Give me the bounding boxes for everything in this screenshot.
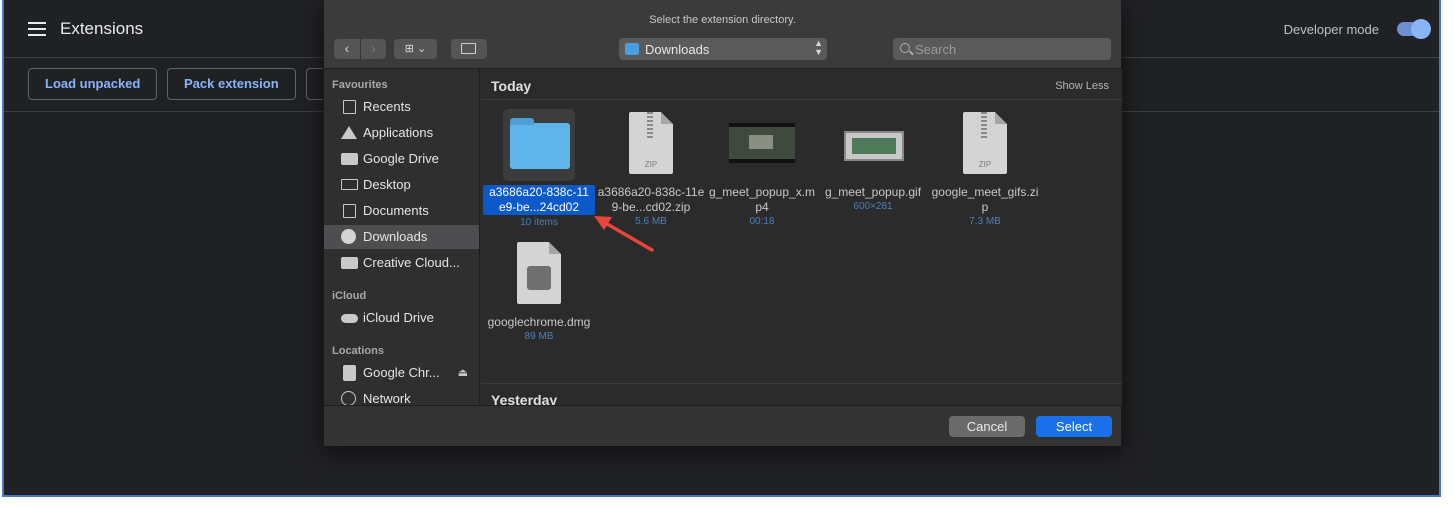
finder-sidebar: Favourites Recents Applications Google D… bbox=[324, 70, 480, 405]
sidebar-item-recents[interactable]: Recents bbox=[324, 95, 479, 119]
page-title: Extensions bbox=[60, 19, 144, 38]
sidebar-item-label: Google Chr... bbox=[363, 365, 440, 380]
file-meta: 89 MB bbox=[524, 331, 554, 342]
documents-icon bbox=[343, 204, 356, 218]
applications-icon bbox=[341, 126, 357, 139]
sidebar-item-label: Applications bbox=[363, 125, 434, 140]
sidebar-item-network[interactable]: Network bbox=[324, 387, 479, 405]
file-name: g_meet_popup_x.mp4 bbox=[708, 185, 816, 214]
folder-icon bbox=[341, 257, 358, 269]
sidebar-item-label: Network bbox=[363, 391, 411, 405]
desktop-icon bbox=[341, 179, 358, 190]
sidebar-item-google-drive[interactable]: Google Drive bbox=[324, 147, 479, 171]
file-item-folder[interactable]: a3686a20-838c-11e9-be...24cd02 10 items bbox=[483, 109, 595, 230]
gif-thumbnail-icon bbox=[837, 109, 909, 181]
sidebar-item-label: Recents bbox=[363, 99, 411, 114]
sidebar-item-downloads[interactable]: Downloads bbox=[324, 225, 479, 249]
disk-image-icon bbox=[503, 239, 575, 311]
sidebar-item-label: Documents bbox=[363, 203, 429, 218]
icloud-heading: iCloud bbox=[332, 290, 367, 302]
toggle-knob bbox=[1411, 19, 1431, 39]
sidebar-item-label: Downloads bbox=[363, 229, 428, 244]
file-meta: 00:18 bbox=[749, 216, 775, 227]
file-name: googlechrome.dmg bbox=[487, 315, 591, 329]
today-heading: Today bbox=[491, 78, 532, 94]
back-button[interactable]: ‹ bbox=[334, 39, 360, 59]
select-button[interactable]: Select bbox=[1036, 416, 1112, 437]
yesterday-heading: Yesterday bbox=[491, 392, 558, 405]
file-picker-dialog: Select the extension directory. ‹ › ⊞ ⌄ … bbox=[323, 0, 1122, 446]
recents-icon bbox=[343, 100, 356, 114]
cancel-button[interactable]: Cancel bbox=[949, 416, 1025, 437]
downloads-icon bbox=[341, 229, 356, 244]
dialog-toolbar: Select the extension directory. ‹ › ⊞ ⌄ … bbox=[324, 0, 1121, 69]
file-meta: 7.3 MB bbox=[969, 216, 1001, 227]
network-icon bbox=[341, 391, 356, 405]
file-item-zip[interactable]: ZIP google_meet_gifs.zip 7.3 MB bbox=[929, 109, 1041, 229]
yesterday-section-header: Yesterday bbox=[481, 383, 1122, 405]
file-browser: Today Show Less a3686a20-838c-11e9-be...… bbox=[481, 70, 1122, 405]
sidebar-item-icloud-drive[interactable]: iCloud Drive bbox=[324, 306, 479, 330]
sidebar-item-label: Creative Cloud... bbox=[363, 255, 460, 270]
folder-icon bbox=[503, 109, 575, 181]
forward-button[interactable]: › bbox=[360, 39, 386, 59]
file-meta: 600×281 bbox=[853, 201, 893, 212]
dialog-title: Select the extension directory. bbox=[649, 14, 796, 26]
load-unpacked-button[interactable]: Load unpacked bbox=[28, 68, 158, 100]
new-folder-icon bbox=[461, 43, 476, 54]
history-nav: ‹ › bbox=[334, 39, 386, 59]
locations-heading: Locations bbox=[332, 345, 384, 357]
downloads-folder-icon bbox=[625, 43, 639, 55]
sidebar-item-desktop[interactable]: Desktop bbox=[324, 173, 479, 197]
dialog-footer: Cancel Select bbox=[324, 405, 1121, 446]
sidebar-item-label: Google Drive bbox=[363, 151, 439, 166]
sidebar-item-label: iCloud Drive bbox=[363, 310, 434, 325]
sidebar-item-documents[interactable]: Documents bbox=[324, 199, 479, 223]
location-dropdown[interactable]: Downloads ▲ ▼ bbox=[619, 38, 827, 60]
file-item-gif[interactable]: g_meet_popup.gif 600×281 bbox=[817, 109, 929, 214]
file-name: g_meet_popup.gif bbox=[824, 185, 922, 199]
pack-extension-button[interactable]: Pack extension bbox=[167, 68, 296, 100]
file-item-video[interactable]: g_meet_popup_x.mp4 00:18 bbox=[706, 109, 818, 229]
search-input[interactable] bbox=[915, 38, 1105, 60]
file-name: a3686a20-838c-11e9-be...24cd02 bbox=[483, 185, 595, 215]
cloud-icon bbox=[341, 314, 358, 323]
search-icon bbox=[900, 43, 910, 53]
developer-mode-toggle[interactable] bbox=[1397, 19, 1431, 39]
file-item-dmg[interactable]: googlechrome.dmg 89 MB bbox=[483, 239, 595, 344]
file-name: google_meet_gifs.zip bbox=[931, 185, 1039, 214]
view-mode-button[interactable]: ⊞ ⌄ bbox=[394, 39, 437, 59]
show-less-link[interactable]: Show Less bbox=[1055, 80, 1109, 92]
video-thumbnail-icon bbox=[726, 109, 798, 181]
today-section-header: Today Show Less bbox=[481, 70, 1122, 100]
folder-icon bbox=[341, 153, 358, 165]
sidebar-item-google-chrome-volume[interactable]: Google Chr... ⏏ bbox=[324, 361, 479, 385]
search-field[interactable] bbox=[893, 38, 1111, 60]
sidebar-item-label: Desktop bbox=[363, 177, 411, 192]
sidebar-item-creative-cloud[interactable]: Creative Cloud... bbox=[324, 251, 479, 275]
drive-icon bbox=[343, 365, 356, 381]
hamburger-menu-icon[interactable] bbox=[28, 22, 46, 36]
favourites-heading: Favourites bbox=[332, 79, 388, 91]
sidebar-item-applications[interactable]: Applications bbox=[324, 121, 479, 145]
zip-file-icon: ZIP bbox=[615, 109, 687, 181]
developer-mode-label: Developer mode bbox=[1283, 22, 1379, 37]
annotation-arrow-icon bbox=[594, 216, 654, 252]
dropdown-arrows-icon: ▲ ▼ bbox=[814, 38, 823, 57]
zip-file-icon: ZIP bbox=[949, 109, 1021, 181]
eject-icon[interactable]: ⏏ bbox=[458, 361, 468, 385]
location-label: Downloads bbox=[645, 42, 710, 57]
file-meta: 10 items bbox=[520, 217, 558, 228]
new-folder-button[interactable] bbox=[451, 39, 487, 59]
